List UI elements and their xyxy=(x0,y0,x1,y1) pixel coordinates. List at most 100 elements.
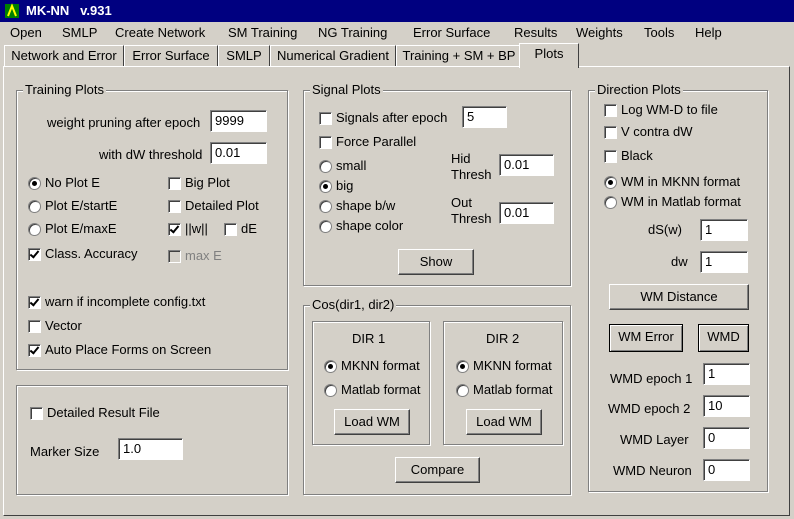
dir2-matlab-label: Matlab format xyxy=(473,382,553,397)
dw-threshold-input[interactable]: 0.01 xyxy=(210,142,267,164)
shape-bw-label: shape b/w xyxy=(336,198,396,213)
dw-input[interactable]: 1 xyxy=(700,251,748,273)
shape-color-radio[interactable] xyxy=(319,220,332,233)
small-radio[interactable] xyxy=(319,160,332,173)
tab-numerical-gradient[interactable]: Numerical Gradient xyxy=(270,45,396,66)
dir2-matlab-radio[interactable] xyxy=(456,384,469,397)
wmd-epoch1-label: WMD epoch 1 xyxy=(610,371,693,386)
v-contra-checkbox[interactable] xyxy=(604,126,617,139)
log-wmd-label: Log WM-D to file xyxy=(621,102,718,117)
warn-incomplete-checkbox[interactable] xyxy=(28,296,41,309)
force-parallel-label: Force Parallel xyxy=(336,134,417,149)
class-accuracy-label: Class. Accuracy xyxy=(45,246,138,261)
dir1-load-wm-button[interactable]: Load WM xyxy=(334,409,410,435)
big-plot-checkbox[interactable] xyxy=(168,177,181,190)
dir2-mknn-label: MKNN format xyxy=(473,358,552,373)
signals-after-epoch-label: Signals after epoch xyxy=(336,110,448,125)
weight-pruning-label: weight pruning after epoch xyxy=(47,115,201,130)
menu-error-surface[interactable]: Error Surface xyxy=(413,25,490,40)
wmd-layer-input[interactable]: 0 xyxy=(703,427,750,449)
wm-mknn-radio[interactable] xyxy=(604,176,617,189)
plot-e-starte-radio[interactable] xyxy=(28,200,41,213)
wm-distance-button[interactable]: WM Distance xyxy=(609,284,749,310)
plot-e-maxe-label: Plot E/maxE xyxy=(45,221,117,236)
de-label: dE xyxy=(241,221,257,236)
warn-incomplete-label: warn if incomplete config.txt xyxy=(45,294,206,309)
small-label: small xyxy=(336,158,367,173)
no-plot-e-label: No Plot E xyxy=(45,175,100,190)
menu-weights[interactable]: Weights xyxy=(576,25,623,40)
vector-checkbox[interactable] xyxy=(28,320,41,333)
cos-legend: Cos(dir1, dir2) xyxy=(310,297,397,312)
tab-network-and-error[interactable]: Network and Error xyxy=(4,45,124,66)
auto-place-label: Auto Place Forms on Screen xyxy=(45,342,212,357)
tab-training-sm-bp[interactable]: Training + SM + BP xyxy=(396,45,522,66)
marker-size-input[interactable]: 1.0 xyxy=(118,438,183,460)
big-label: big xyxy=(336,178,354,193)
menu-smlp[interactable]: SMLP xyxy=(62,25,97,40)
out-thresh-input[interactable]: 0.01 xyxy=(499,202,554,224)
black-checkbox[interactable] xyxy=(604,150,617,163)
detailed-result-label: Detailed Result File xyxy=(47,405,160,420)
shape-color-label: shape color xyxy=(336,218,404,233)
menu-open[interactable]: Open xyxy=(10,25,42,40)
menu-help[interactable]: Help xyxy=(695,25,722,40)
detailed-result-checkbox[interactable] xyxy=(30,407,43,420)
direction-plots-legend: Direction Plots xyxy=(595,82,683,97)
tab-plots[interactable]: Plots xyxy=(519,43,579,68)
menu-sm-training[interactable]: SM Training xyxy=(228,25,297,40)
signals-after-epoch-checkbox[interactable] xyxy=(319,112,332,125)
dir1-matlab-radio[interactable] xyxy=(324,384,337,397)
wmd-epoch2-input[interactable]: 10 xyxy=(703,395,750,417)
wm-matlab-radio[interactable] xyxy=(604,196,617,209)
menu-tools[interactable]: Tools xyxy=(644,25,674,40)
wmd-neuron-input[interactable]: 0 xyxy=(703,459,750,481)
dir1-title: DIR 1 xyxy=(352,331,386,346)
tab-error-surface[interactable]: Error Surface xyxy=(124,45,218,66)
dir1-mknn-radio[interactable] xyxy=(324,360,337,373)
v-contra-label: V contra dW xyxy=(621,124,693,139)
ds-input[interactable]: 1 xyxy=(700,219,748,241)
shape-bw-radio[interactable] xyxy=(319,200,332,213)
plot-e-maxe-radio[interactable] xyxy=(28,223,41,236)
big-radio[interactable] xyxy=(319,180,332,193)
wmd-epoch2-label: WMD epoch 2 xyxy=(608,401,691,416)
no-plot-e-radio[interactable] xyxy=(28,177,41,190)
hid-label: Hid xyxy=(451,151,471,166)
signals-after-epoch-input[interactable]: 5 xyxy=(462,106,507,128)
out-label: Out xyxy=(451,195,472,210)
ds-label: dS(w) xyxy=(648,222,682,237)
compare-button[interactable]: Compare xyxy=(395,457,480,483)
hid-thresh-input[interactable]: 0.01 xyxy=(499,154,554,176)
w-norm-checkbox[interactable] xyxy=(168,223,181,236)
wmd-button[interactable]: WMD xyxy=(698,324,749,352)
dir1-mknn-label: MKNN format xyxy=(341,358,420,373)
signal-plots-legend: Signal Plots xyxy=(310,82,383,97)
detailed-plot-checkbox[interactable] xyxy=(168,200,181,213)
wm-mknn-label: WM in MKNN format xyxy=(621,174,741,189)
detailed-plot-label: Detailed Plot xyxy=(185,198,259,213)
weight-pruning-input[interactable]: 9999 xyxy=(210,110,267,132)
dir2-mknn-radio[interactable] xyxy=(456,360,469,373)
dw-label: dw xyxy=(671,254,688,269)
menu-create-network[interactable]: Create Network xyxy=(115,25,205,40)
class-accuracy-checkbox[interactable] xyxy=(28,248,41,261)
log-wmd-checkbox[interactable] xyxy=(604,104,617,117)
show-button[interactable]: Show xyxy=(398,249,474,275)
wmd-neuron-label: WMD Neuron xyxy=(613,463,692,478)
dir2-load-wm-button[interactable]: Load WM xyxy=(466,409,542,435)
big-plot-label: Big Plot xyxy=(185,175,230,190)
tab-smlp[interactable]: SMLP xyxy=(218,45,270,66)
marker-size-label: Marker Size xyxy=(30,444,100,459)
training-plots-legend: Training Plots xyxy=(23,82,106,97)
menu-results[interactable]: Results xyxy=(514,25,557,40)
plot-e-starte-label: Plot E/startE xyxy=(45,198,118,213)
menu-ng-training[interactable]: NG Training xyxy=(318,25,387,40)
wm-error-button[interactable]: WM Error xyxy=(609,324,683,352)
de-checkbox[interactable] xyxy=(224,223,237,236)
wmd-layer-label: WMD Layer xyxy=(620,432,689,447)
dir1-matlab-label: Matlab format xyxy=(341,382,421,397)
force-parallel-checkbox[interactable] xyxy=(319,136,332,149)
wmd-epoch1-input[interactable]: 1 xyxy=(703,363,750,385)
auto-place-checkbox[interactable] xyxy=(28,344,41,357)
